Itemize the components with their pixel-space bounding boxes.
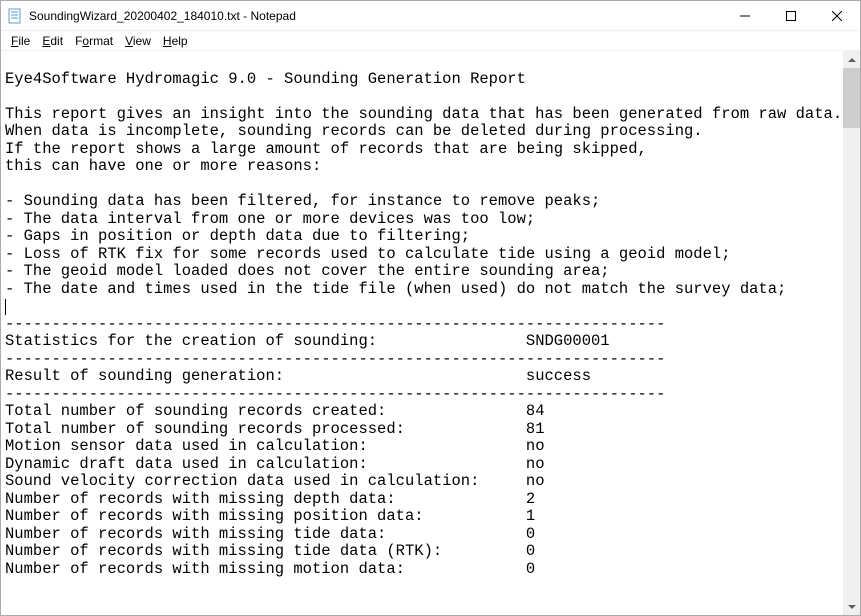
window-controls	[722, 1, 860, 30]
stat-row: Total number of sounding records process…	[5, 420, 545, 438]
window-title: SoundingWizard_20200402_184010.txt - Not…	[29, 9, 722, 23]
scroll-up-button[interactable]	[843, 51, 860, 68]
stat-row: Number of records with missing depth dat…	[5, 490, 535, 508]
menu-format[interactable]: Format	[69, 32, 119, 50]
stat-row: Number of records with missing tide data…	[5, 525, 535, 543]
doc-bullet: - The date and times used in the tide fi…	[5, 280, 786, 298]
minimize-button[interactable]	[722, 1, 768, 31]
stat-row: Sound velocity correction data used in c…	[5, 472, 545, 490]
stat-row: Number of records with missing motion da…	[5, 560, 535, 578]
stat-row: Number of records with missing position …	[5, 507, 535, 525]
scrollbar-thumb[interactable]	[843, 68, 860, 128]
maximize-button[interactable]	[768, 1, 814, 31]
text-editor-area[interactable]: Eye4Software Hydromagic 9.0 - Sounding G…	[1, 51, 843, 615]
scrollbar-track[interactable]	[843, 68, 860, 598]
doc-bullet: - Loss of RTK fix for some records used …	[5, 245, 731, 263]
close-button[interactable]	[814, 1, 860, 31]
stat-row: Total number of sounding records created…	[5, 402, 545, 420]
scroll-down-button[interactable]	[843, 598, 860, 615]
doc-intro-line: If the report shows a large amount of re…	[5, 140, 647, 158]
stat-row: Number of records with missing tide data…	[5, 542, 535, 560]
doc-bullet: - Gaps in position or depth data due to …	[5, 227, 470, 245]
doc-separator: ----------------------------------------…	[5, 315, 665, 333]
window-titlebar[interactable]: SoundingWizard_20200402_184010.txt - Not…	[1, 1, 860, 31]
doc-intro-line: this can have one or more reasons:	[5, 157, 321, 175]
doc-separator: ----------------------------------------…	[5, 385, 665, 403]
doc-intro-line: This report gives an insight into the so…	[5, 105, 842, 123]
stat-row: Motion sensor data used in calculation: …	[5, 437, 545, 455]
doc-bullet: - Sounding data has been filtered, for i…	[5, 192, 600, 210]
doc-bullet: - The data interval from one or more dev…	[5, 210, 535, 228]
notepad-icon	[7, 8, 23, 24]
menu-view[interactable]: View	[119, 32, 157, 50]
doc-separator: ----------------------------------------…	[5, 350, 665, 368]
menu-edit[interactable]: Edit	[36, 32, 69, 50]
result-line: Result of sounding generation: success	[5, 367, 591, 385]
text-caret	[5, 299, 6, 315]
vertical-scrollbar[interactable]	[843, 51, 860, 615]
menu-bar: File Edit Format View Help	[1, 31, 860, 51]
doc-header: Eye4Software Hydromagic 9.0 - Sounding G…	[5, 70, 526, 88]
doc-bullet: - The geoid model loaded does not cover …	[5, 262, 610, 280]
doc-intro-line: When data is incomplete, sounding record…	[5, 122, 703, 140]
menu-file[interactable]: File	[5, 32, 36, 50]
stat-row: Dynamic draft data used in calculation: …	[5, 455, 545, 473]
menu-help[interactable]: Help	[157, 32, 194, 50]
stats-header: Statistics for the creation of sounding:…	[5, 332, 610, 350]
